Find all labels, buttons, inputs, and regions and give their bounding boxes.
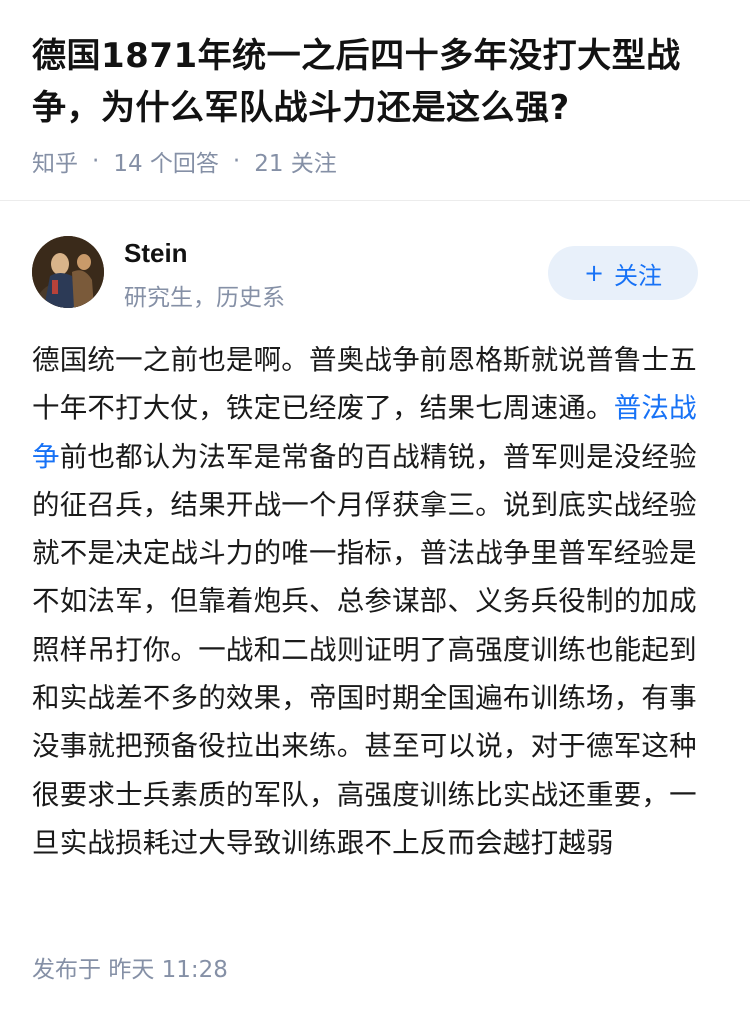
plus-icon: + [583, 259, 605, 287]
question-title[interactable]: 德国1871年统一之后四十多年没打大型战争，为什么军队战斗力还是这么强? [32, 30, 722, 134]
published-label: 发布于 [32, 957, 101, 983]
meta-separator: · [92, 148, 100, 174]
question-header: 德国1871年统一之后四十多年没打大型战争，为什么军队战斗力还是这么强? 知乎 … [32, 30, 722, 178]
answer-content: 德国统一之前也是啊。普奥战争前恩格斯就说普鲁士五十年不打大仗，铁定已经废了，结果… [32, 336, 722, 867]
follow-label: 关注 [614, 261, 663, 290]
avatar-portrait-icon [32, 236, 104, 308]
author-card: Stein 研究生，历史系 + 关注 [32, 236, 698, 311]
answer-text: 前也都认为法军是常备的百战精锐，普军则是没经验的征召兵，结果开战一个月俘获拿三。… [32, 440, 697, 859]
question-meta: 知乎 · 14 个回答 · 21 关注 [32, 144, 722, 178]
follow-button[interactable]: + 关注 [548, 246, 698, 300]
source-label: 知乎 [32, 151, 78, 177]
section-divider [0, 200, 750, 201]
author-description: 研究生，历史系 [124, 285, 285, 311]
publish-time: 发布于 昨天 11:28 [32, 950, 228, 984]
published-time: 昨天 11:28 [108, 957, 228, 983]
follower-count[interactable]: 21 关注 [254, 144, 337, 178]
answer-text: 德国统一之前也是啊。普奥战争前恩格斯就说普鲁士五十年不打大仗，铁定已经废了，结果… [32, 344, 697, 425]
meta-separator: · [232, 148, 241, 174]
author-name[interactable]: Stein [124, 238, 188, 269]
answer-count[interactable]: 14 个回答 [113, 144, 219, 178]
avatar[interactable] [32, 236, 104, 308]
